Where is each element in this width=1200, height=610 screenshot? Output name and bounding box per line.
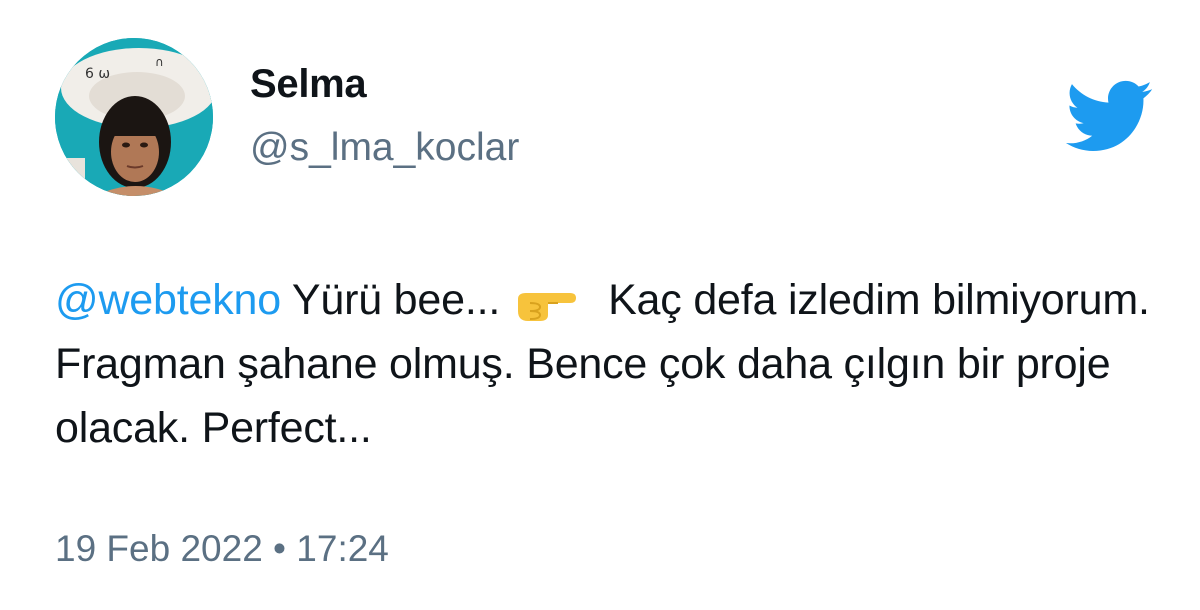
svg-text:6 ω: 6 ω	[85, 66, 110, 82]
mention-link[interactable]: @webtekno	[55, 276, 281, 324]
avatar[interactable]: 6 ω ∩	[55, 38, 213, 196]
user-handle[interactable]: @s_lma_koclar	[250, 126, 519, 170]
display-name[interactable]: Selma	[250, 62, 367, 107]
tweet-timestamp[interactable]: 19 Feb 2022 • 17:24	[55, 528, 389, 570]
tweet-text: @webtekno Yürü bee... Kaç defa izledim b…	[55, 268, 1165, 460]
tweet-text-part-1: Yürü bee...	[280, 276, 501, 324]
pointing-right-hand-icon	[514, 279, 578, 321]
avatar-image: 6 ω ∩	[55, 38, 213, 196]
twitter-bird-icon[interactable]	[1062, 78, 1154, 154]
svg-text:∩: ∩	[155, 55, 164, 69]
tweet-card: 6 ω ∩ Selma @s_lma_koclar @webtekno Yürü…	[0, 0, 1200, 610]
